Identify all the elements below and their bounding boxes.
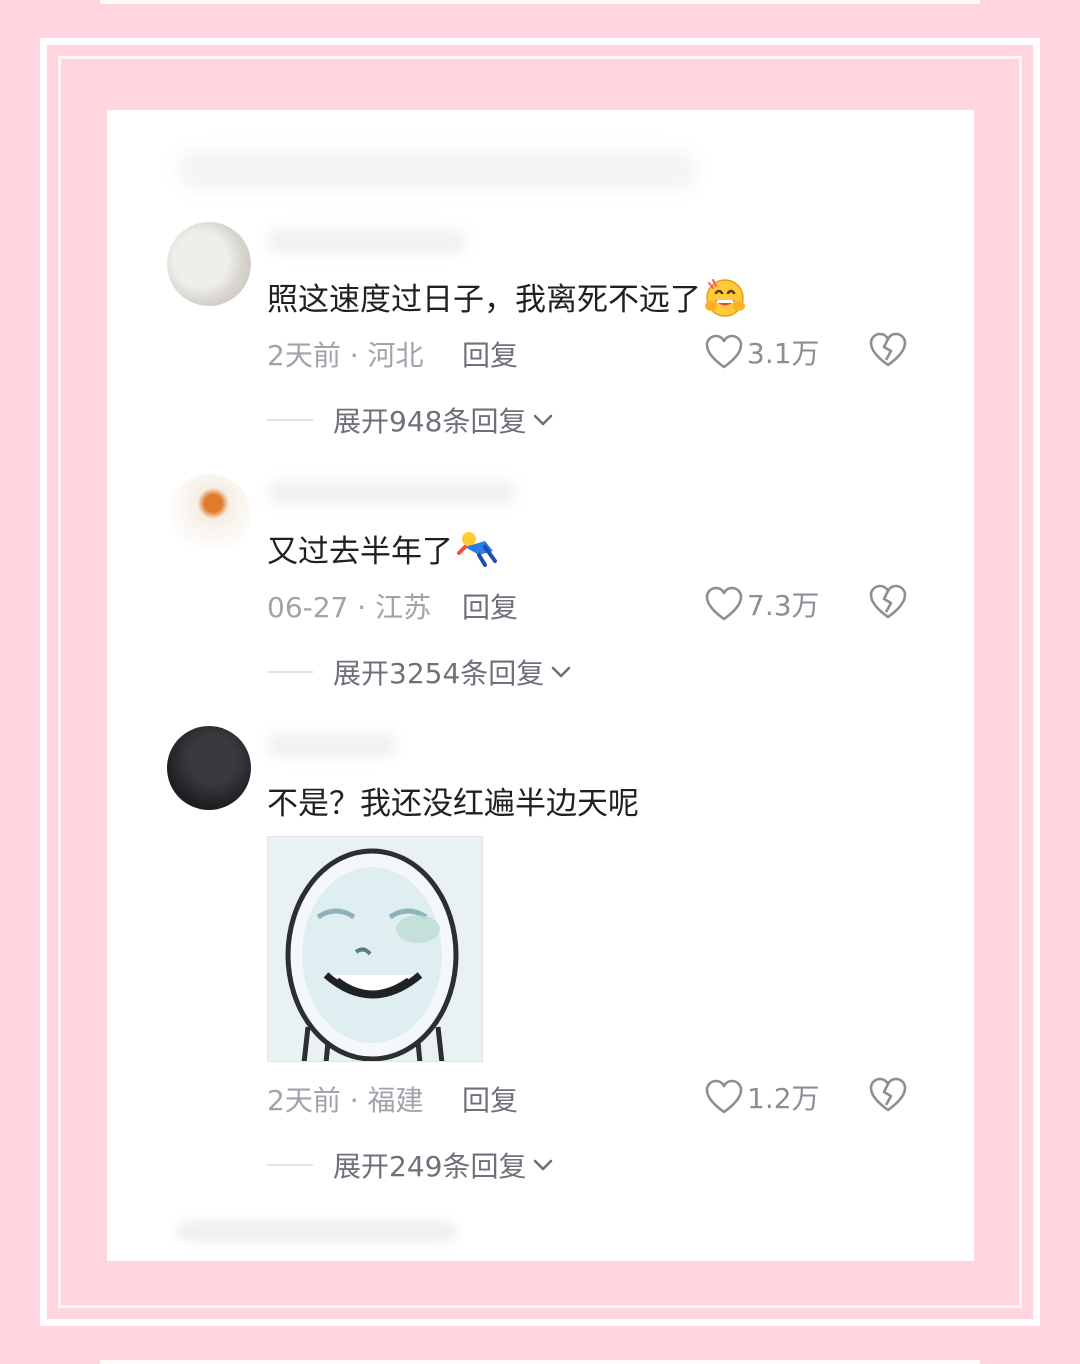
heart-outline-icon (705, 1079, 743, 1114)
like-button[interactable]: 7.3万 (705, 584, 820, 624)
broken-heart-icon (869, 1077, 907, 1112)
dislike-button[interactable] (869, 584, 907, 624)
comment-card: 照这速度过日子，我离死不远了 2天前 · 河北 回复 3.1万 展开948条回复… (107, 110, 974, 1261)
dislike-button[interactable] (869, 332, 907, 372)
meme-sticker-image[interactable] (267, 836, 483, 1062)
reply-button[interactable]: 回复 (462, 334, 518, 374)
reply-button[interactable]: 回复 (462, 586, 518, 626)
like-count: 7.3万 (747, 589, 820, 622)
expand-replies-label: 展开948条回复 (333, 405, 527, 438)
comment-text: 照这速度过日子，我离死不远了 (267, 274, 747, 319)
broken-heart-icon (869, 584, 907, 619)
like-button[interactable]: 1.2万 (705, 1077, 820, 1117)
avatar[interactable] (167, 474, 251, 558)
like-count: 3.1万 (747, 337, 820, 370)
chevron-down-icon (534, 414, 553, 426)
comment-text: 不是？我还没红遍半边天呢 (267, 778, 639, 823)
corner-stripe-bottom (100, 1360, 980, 1364)
expand-replies-label: 展开3254条回复 (333, 657, 545, 690)
dislike-button[interactable] (869, 1077, 907, 1117)
expand-replies-button[interactable]: 展开249条回复 (267, 1145, 554, 1185)
username-blurred[interactable] (267, 228, 467, 254)
smiling-face-meme-icon (268, 837, 482, 1061)
username-blurred[interactable] (267, 480, 517, 506)
blurred-header (177, 150, 697, 190)
broken-heart-icon (869, 332, 907, 367)
divider-line (267, 671, 313, 673)
username-blurred[interactable] (267, 732, 397, 758)
like-button[interactable]: 3.1万 (705, 332, 820, 372)
divider-line (267, 1164, 313, 1166)
expand-replies-button[interactable]: 展开3254条回复 (267, 652, 572, 692)
comment-meta: 2天前 · 福建 (267, 1084, 424, 1117)
heart-outline-icon (705, 334, 743, 369)
comment-text-content: 不是？我还没红遍半边天呢 (267, 786, 639, 822)
comment-text: 又过去半年了 (267, 526, 499, 571)
next-comment-blurred (177, 1220, 457, 1242)
chevron-down-icon (551, 666, 571, 678)
hugging-laughing-emoji-icon (705, 278, 745, 317)
falling-person-emoji-icon (457, 531, 497, 567)
comment-text-content: 照这速度过日子，我离死不远了 (267, 282, 701, 318)
like-count: 1.2万 (747, 1082, 820, 1115)
comment-meta: 2天前 · 河北 (267, 339, 424, 372)
reply-button[interactable]: 回复 (462, 1079, 518, 1119)
comment-meta: 06-27 · 江苏 (267, 591, 432, 624)
expand-replies-button[interactable]: 展开948条回复 (267, 400, 554, 440)
chevron-down-icon (534, 1159, 553, 1171)
expand-replies-label: 展开249条回复 (333, 1150, 527, 1183)
heart-outline-icon (705, 586, 743, 621)
divider-line (267, 419, 313, 421)
comment-text-content: 又过去半年了 (267, 534, 453, 570)
corner-stripe-top (100, 0, 980, 4)
avatar[interactable] (167, 726, 251, 810)
avatar[interactable] (167, 222, 251, 306)
